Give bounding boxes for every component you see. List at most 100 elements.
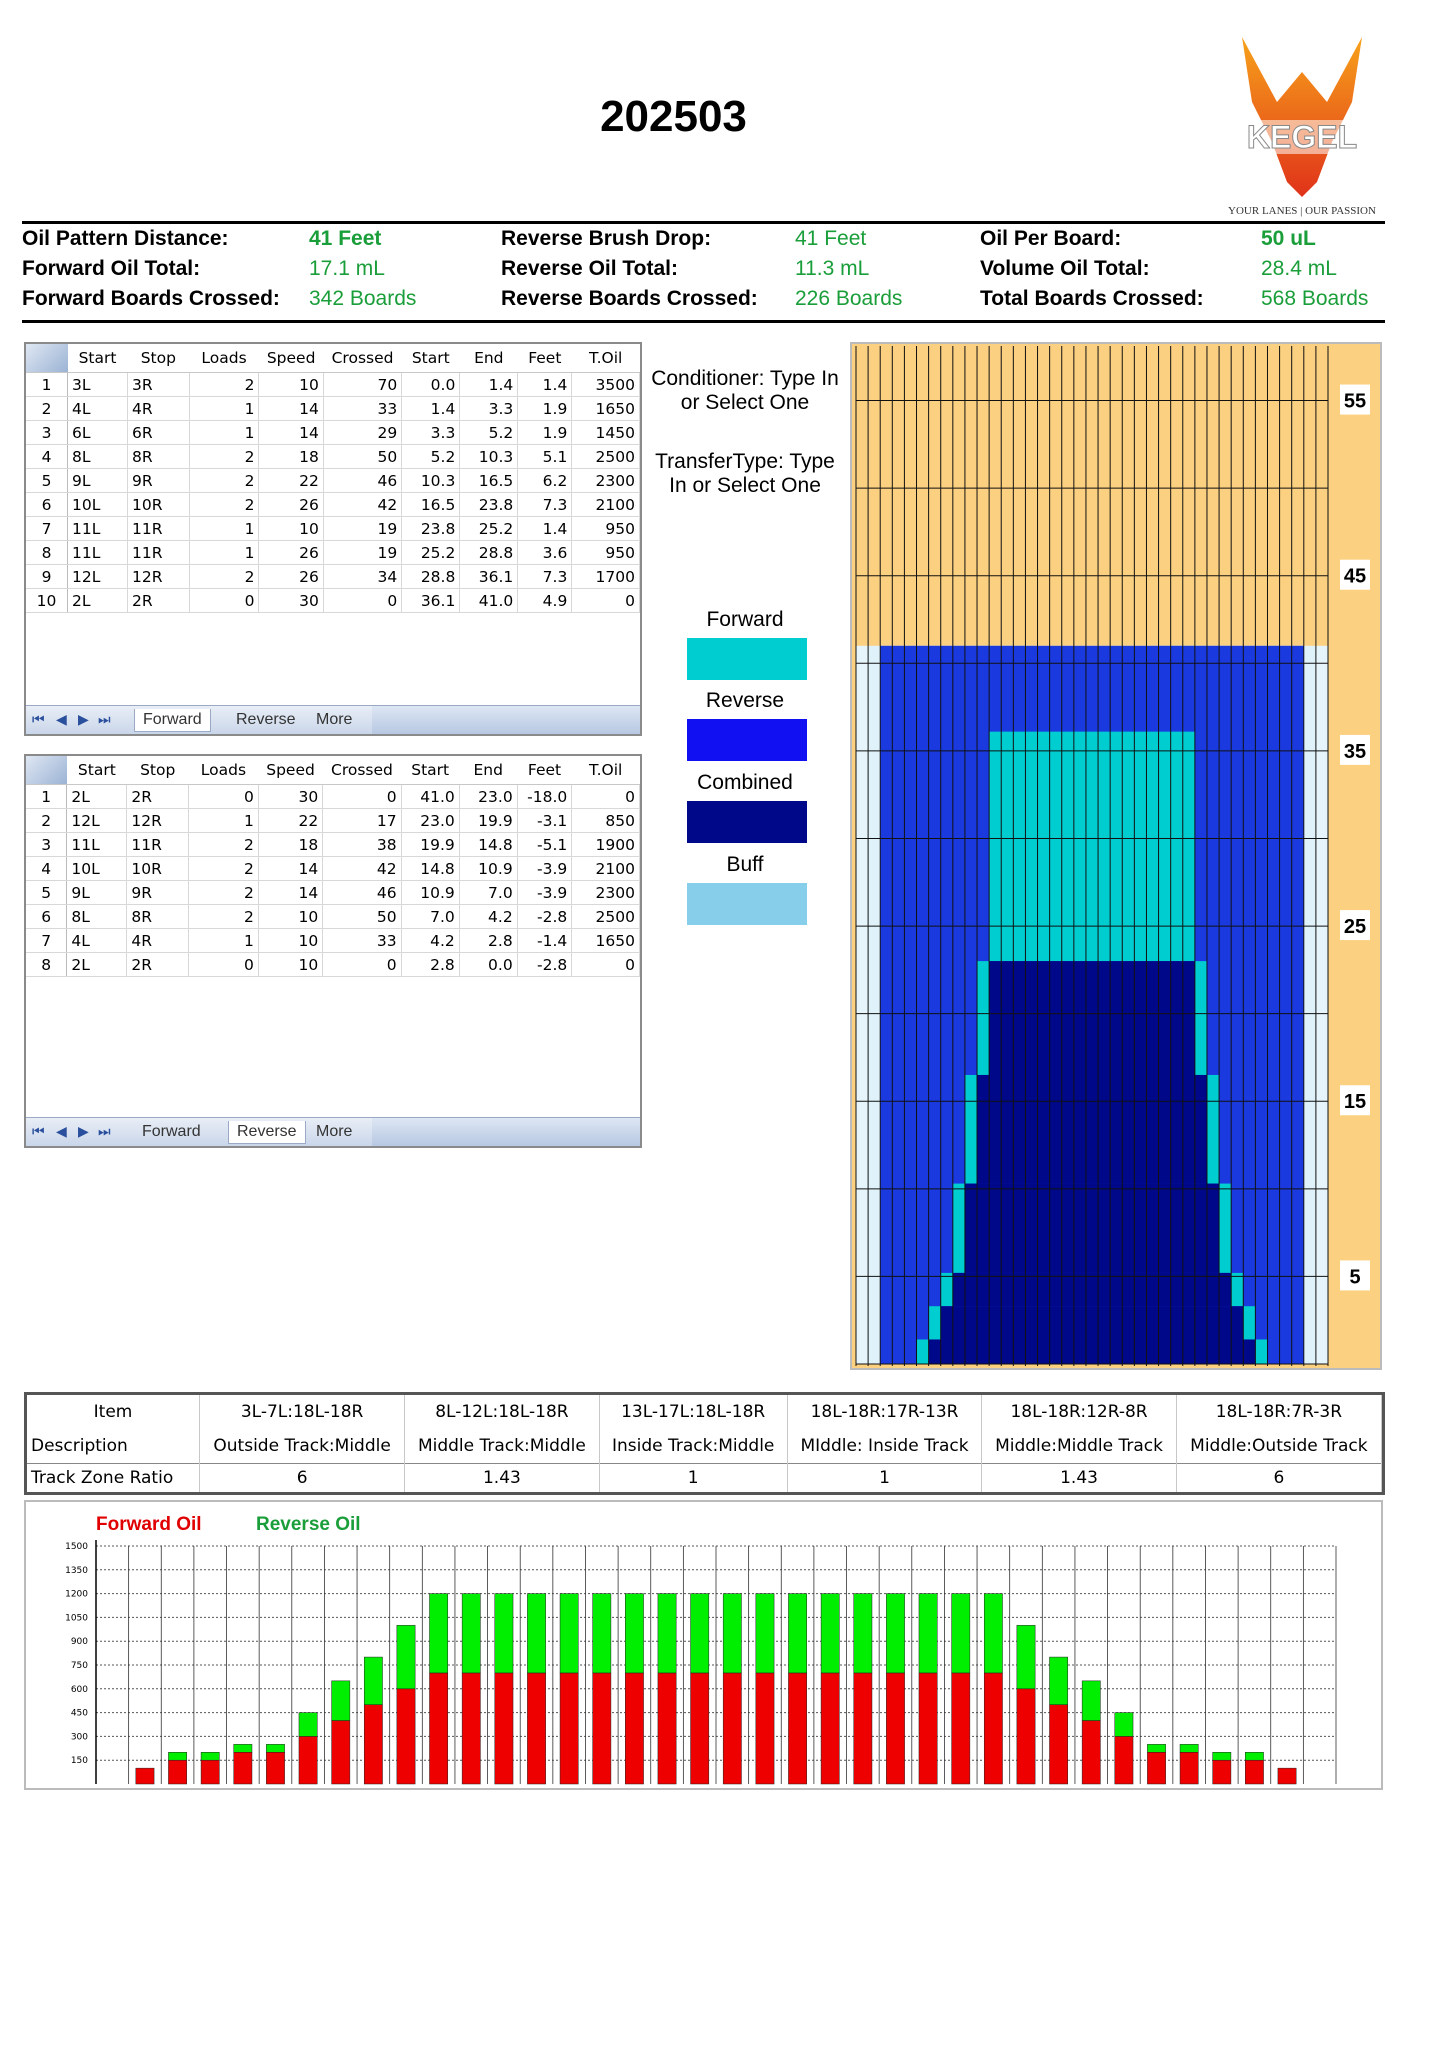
table-cell[interactable]: 4L [67,396,128,421]
table-cell[interactable]: 36.1 [401,588,461,613]
column-header[interactable]: Feet [517,344,572,373]
table-row[interactable]: 9 12L 12R 2 26 34 28.8 36.1 7.3 1700 [26,564,640,589]
table-row[interactable]: 5 9L 9R 2 22 46 10.3 16.5 6.2 2300 [26,468,640,493]
table-cell[interactable]: 19.9 [401,832,460,857]
table-cell[interactable]: 19 [323,540,403,565]
table-cell[interactable]: 10 [258,952,324,977]
table-cell[interactable]: 1 [188,808,259,833]
table-cell[interactable]: 1.4 [517,516,573,541]
column-header[interactable]: Start [401,344,460,373]
table-cell[interactable]: 41.0 [401,784,460,809]
column-header[interactable]: Start [66,756,127,785]
table-cell[interactable]: 70 [323,372,403,397]
table-cell[interactable]: 4R [127,396,190,421]
table-cell[interactable]: 17 [322,808,402,833]
table-cell[interactable]: 11L [66,832,128,857]
table-cell[interactable]: 0 [571,784,640,809]
table-cell[interactable]: 10.3 [459,444,519,469]
table-cell[interactable]: 19.9 [459,808,518,833]
table-cell[interactable]: -5.1 [517,832,573,857]
table-row[interactable]: 1 3L 3R 2 10 70 0.0 1.4 1.4 3500 [26,372,640,397]
table-cell[interactable]: 9R [127,468,190,493]
table-row[interactable]: 6 10L 10R 2 26 42 16.5 23.8 7.3 2100 [26,492,640,517]
table-cell[interactable]: 10R [127,492,190,517]
table-cell[interactable]: -1.4 [517,928,573,953]
table-cell[interactable]: 5.1 [517,444,573,469]
table-cell[interactable]: 0 [571,588,640,613]
table-cell[interactable]: 5.2 [459,420,519,445]
table-cell[interactable]: 14.8 [459,832,518,857]
table-cell[interactable]: 950 [571,516,640,541]
table-cell[interactable]: 33 [322,928,402,953]
table-row[interactable]: 3 11L 11R 2 18 38 19.9 14.8 -5.1 1900 [26,832,640,857]
table-cell[interactable]: 0.0 [459,952,518,977]
table-cell[interactable]: 2R [126,784,190,809]
table-cell[interactable]: 10L [67,492,128,517]
table-cell[interactable]: 7.0 [401,904,460,929]
table-cell[interactable]: 2500 [571,904,640,929]
table-cell[interactable]: 3R [127,372,190,397]
table-cell[interactable]: 1650 [571,396,640,421]
table-cell[interactable]: 28.8 [401,564,461,589]
table-cell[interactable]: 46 [323,468,403,493]
table-cell[interactable]: 1.4 [459,372,519,397]
column-header[interactable]: Crossed [323,344,402,373]
table-cell[interactable]: 50 [322,904,402,929]
table-cell[interactable]: 1700 [571,564,640,589]
table-cell[interactable]: 10.9 [459,856,518,881]
table-row[interactable]: 2 4L 4R 1 14 33 1.4 3.3 1.9 1650 [26,396,640,421]
table-cell[interactable]: 2.8 [401,952,460,977]
table-cell[interactable]: 8L [66,904,128,929]
table-cell[interactable]: 2300 [571,468,640,493]
table-cell[interactable]: 11R [127,516,190,541]
column-header[interactable]: T.Oil [571,344,640,373]
table-cell[interactable]: -2.8 [517,952,573,977]
table-cell[interactable]: 0 [188,784,259,809]
table-cell[interactable]: 10L [66,856,128,881]
table-cell[interactable]: 10.9 [401,880,460,905]
column-header[interactable]: Stop [127,344,190,373]
tab-forward[interactable]: Forward [134,709,211,732]
table-cell[interactable]: 1 [188,928,259,953]
prev-record-icon[interactable]: ◀ [56,711,67,728]
table-cell[interactable]: 1.4 [401,396,461,421]
table-cell[interactable]: 14 [258,856,324,881]
table-cell[interactable]: 3500 [571,372,640,397]
table-cell[interactable]: 850 [571,808,640,833]
table-cell[interactable]: 2L [66,784,128,809]
table-cell[interactable]: 26 [258,492,324,517]
table-row[interactable]: 10 2L 2R 0 30 0 36.1 41.0 4.9 0 [26,588,640,613]
table-row[interactable]: 1 2L 2R 0 30 0 41.0 23.0 -18.0 0 [26,784,640,809]
table-cell[interactable]: 12L [67,564,128,589]
table-cell[interactable]: 1650 [571,928,640,953]
table-cell[interactable]: 2.8 [459,928,518,953]
table-cell[interactable]: 25.2 [401,540,461,565]
table-cell[interactable]: 3.3 [401,420,461,445]
column-header[interactable]: Loads [188,756,259,785]
table-cell[interactable]: 14 [258,420,324,445]
table-cell[interactable]: 12R [127,564,190,589]
table-cell[interactable]: 41.0 [459,588,519,613]
table-cell[interactable]: 1 [189,396,260,421]
table-cell[interactable]: 1.9 [517,396,573,421]
table-row[interactable]: 7 4L 4R 1 10 33 4.2 2.8 -1.4 1650 [26,928,640,953]
table-cell[interactable]: 11L [67,540,128,565]
table-cell[interactable]: 3.3 [459,396,519,421]
table-cell[interactable]: 30 [258,784,324,809]
table-cell[interactable]: 4L [66,928,128,953]
table-cell[interactable]: 10 [258,928,324,953]
column-header[interactable]: Stop [126,756,189,785]
table-cell[interactable]: 0 [571,952,640,977]
table-cell[interactable]: -18.0 [517,784,573,809]
column-header[interactable]: T.Oil [571,756,640,785]
table-cell[interactable]: 0 [189,588,260,613]
table-cell[interactable]: 11L [67,516,128,541]
column-header[interactable]: End [459,756,518,785]
table-cell[interactable]: 1 [189,420,260,445]
table-cell[interactable]: 12R [126,808,190,833]
table-cell[interactable]: 16.5 [401,492,461,517]
table-cell[interactable]: 2 [188,904,259,929]
table-cell[interactable]: 10R [126,856,190,881]
table-cell[interactable]: 16.5 [459,468,519,493]
table-cell[interactable]: 950 [571,540,640,565]
